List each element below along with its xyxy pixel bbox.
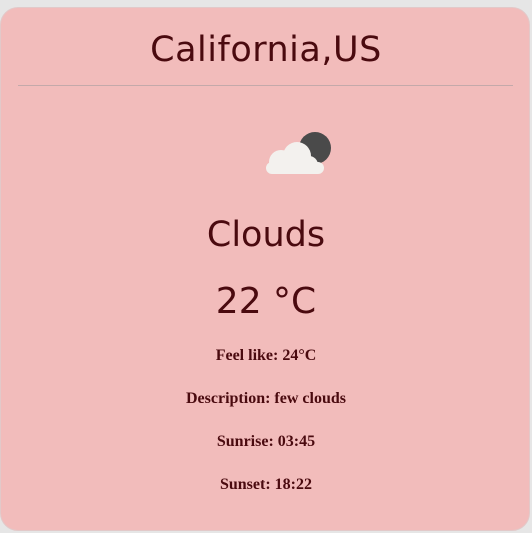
sunrise-text: Sunrise: 03:45 [216,433,316,450]
few-clouds-night-icon [263,132,335,178]
location-title: California,US [150,30,382,70]
temperature: 22 °C [215,281,317,322]
weather-card: California,US Clouds 22 °C Feel like: 24… [0,7,530,531]
sunset-text: Sunset: 18:22 [219,476,312,493]
description-text: Description: few clouds [186,390,346,407]
feels-like-text: Feel like: 24°C [215,347,317,364]
weather-condition: Clouds [206,215,326,255]
divider [18,85,513,86]
